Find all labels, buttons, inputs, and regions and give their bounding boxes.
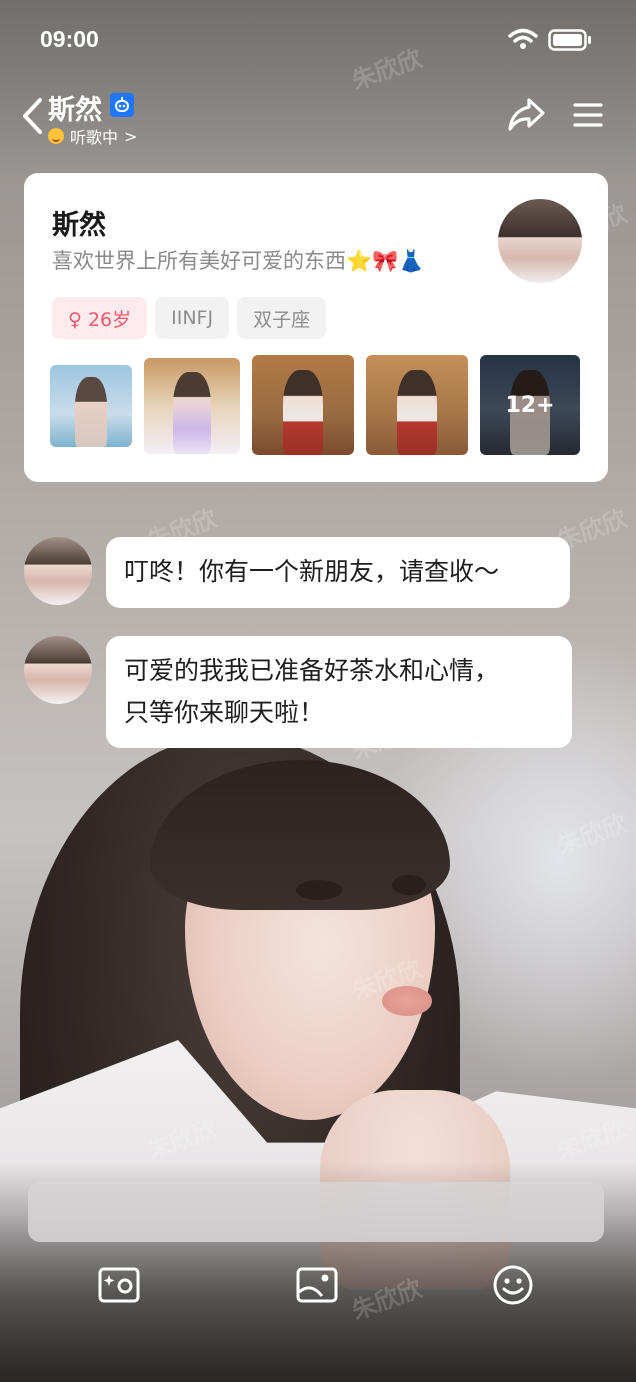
- profile-photo[interactable]: [252, 355, 354, 455]
- message-text: 叮咚！你有一个新朋友，请查收～: [124, 557, 500, 586]
- profile-avatar[interactable]: [498, 199, 582, 283]
- status-chevron: >: [124, 126, 138, 146]
- photo-count: 12+: [480, 355, 580, 455]
- contact-status[interactable]: 听歌中 >: [48, 124, 137, 148]
- status-time: 09:00: [40, 26, 99, 52]
- mbti-tag: IINFJ: [155, 297, 230, 339]
- wifi-icon: [508, 28, 538, 49]
- profile-tags: ♀ 26岁 IINFJ 双子座: [52, 297, 327, 339]
- profile-photo[interactable]: [50, 365, 132, 447]
- chat-header: 斯然 听歌中 >: [0, 80, 636, 160]
- profile-photo-strip: 12+: [50, 355, 584, 459]
- smiley-icon[interactable]: [492, 1264, 534, 1306]
- zodiac-tag: 双子座: [237, 297, 327, 339]
- contact-name[interactable]: 斯然: [48, 88, 102, 127]
- profile-bio: 喜欢世界上所有美好可爱的东西⭐🎀👗: [52, 249, 425, 273]
- battery-icon: [548, 29, 591, 51]
- status-text: 听歌中: [70, 128, 119, 147]
- message-text: 只等你来聊天啦！: [124, 698, 325, 727]
- share-arrow-icon[interactable]: [505, 95, 547, 135]
- image-icon[interactable]: [296, 1266, 338, 1304]
- profile-card[interactable]: 斯然 喜欢世界上所有美好可爱的东西⭐🎀👗 ♀ 26岁 IINFJ 双子座 12+: [24, 173, 608, 482]
- message-avatar[interactable]: [24, 636, 92, 704]
- profile-photo-more[interactable]: 12+: [480, 355, 580, 455]
- message-avatar[interactable]: [24, 537, 92, 605]
- gender-age-tag: ♀ 26岁: [52, 297, 148, 339]
- status-bar: 09:00: [0, 0, 636, 80]
- profile-photo[interactable]: [366, 355, 468, 455]
- profile-name: 斯然: [52, 210, 106, 241]
- robot-icon: [110, 93, 134, 117]
- message-bubble: 可爱的我我已准备好茶水和心情， 只等你来聊天啦！: [106, 636, 572, 748]
- camera-sparkle-icon[interactable]: [98, 1266, 140, 1304]
- message-bubble: 叮咚！你有一个新朋友，请查收～: [106, 537, 570, 608]
- chevron-left-icon[interactable]: [20, 96, 44, 136]
- message-text: 可爱的我我已准备好茶水和心情，: [124, 656, 500, 685]
- message-input[interactable]: [28, 1182, 604, 1242]
- smile-emoji-icon: [48, 128, 64, 144]
- profile-photo[interactable]: [144, 358, 240, 454]
- hamburger-menu-icon[interactable]: [572, 101, 604, 129]
